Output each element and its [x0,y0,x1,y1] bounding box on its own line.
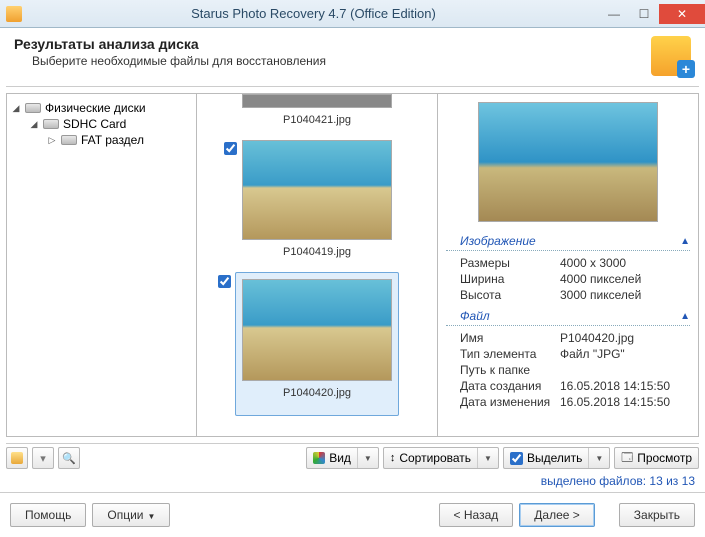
list-item[interactable]: P1040421.jpg [242,94,392,136]
prop-value: 4000 x 3000 [560,256,626,270]
sort-dropdown[interactable]: ↕Сортировать ▼ [383,447,499,469]
thumbnail-checkbox[interactable] [218,275,231,288]
close-wizard-button[interactable]: Закрыть [619,503,695,527]
options-button[interactable]: Опции▼ [92,503,170,527]
expand-icon[interactable]: ◢ [29,119,39,129]
tree-label: Физические диски [45,101,146,115]
section-header-file[interactable]: Файл ▲ [446,307,690,326]
expand-icon[interactable]: ◢ [11,103,21,113]
status-label: выделено файлов: [541,474,646,488]
prop-value: P1040420.jpg [560,331,634,345]
status-bar: выделено файлов: 13 из 13 [0,472,705,492]
chevron-down-icon: ▼ [147,512,155,521]
folder-icon [11,452,23,464]
disk-icon [25,103,41,113]
collapse-icon[interactable]: ▲ [680,236,690,247]
prop-value: 16.05.2018 14:15:50 [560,395,670,409]
prop-key: Высота [460,288,560,302]
prop-key: Ширина [460,272,560,286]
chevron-down-icon[interactable]: ▼ [484,454,492,463]
details-panel: Изображение ▲ Размеры4000 x 3000 Ширина4… [438,94,698,436]
chevron-down-icon[interactable]: ▼ [595,454,603,463]
prop-key: Размеры [460,256,560,270]
status-value: 13 из 13 [649,474,695,488]
collapse-icon[interactable]: ▲ [680,311,690,322]
tree-label: SDHC Card [63,117,126,131]
tree-node-sdhc[interactable]: ◢ SDHC Card [29,116,192,132]
funnel-button[interactable]: ▾ [32,447,54,469]
main-content: ◢ Физические диски ◢ SDHC Card ▷ FAT раз… [6,93,699,437]
thumbnail-list[interactable]: P1040421.jpg P1040419.jpg P1040420.jpg [197,94,438,436]
prop-key: Путь к папке [460,363,560,377]
prop-value: 3000 пикселей [560,288,641,302]
view-icon [313,452,325,464]
back-button[interactable]: < Назад [439,503,514,527]
page-title: Результаты анализа диска [14,36,651,52]
help-button[interactable]: Помощь [10,503,86,527]
search-button[interactable]: 🔍 [58,447,80,469]
expand-icon[interactable]: ▷ [47,135,57,145]
disk-tree[interactable]: ◢ Физические диски ◢ SDHC Card ▷ FAT раз… [7,94,197,436]
wizard-icon [651,36,691,76]
maximize-button[interactable]: ☐ [629,4,659,24]
list-item[interactable]: P1040419.jpg [242,140,392,268]
tree-node-partition[interactable]: ▷ FAT раздел [47,132,192,148]
magnifier-icon: 🔍 [62,452,76,465]
select-all-checkbox[interactable] [510,452,523,465]
prop-value: Файл "JPG" [560,347,625,361]
footer: Помощь Опции▼ < Назад Далее > Закрыть [0,492,705,537]
prop-key: Тип элемента [460,347,560,361]
thumbnail-filename: P1040421.jpg [242,108,392,136]
page-header: Результаты анализа диска Выберите необхо… [0,28,705,86]
minimize-button[interactable]: — [599,4,629,24]
prop-value: 4000 пикселей [560,272,641,286]
preview-image[interactable] [478,102,658,222]
thumbnail-image[interactable] [242,94,392,108]
prop-key: Имя [460,331,560,345]
prop-value: 16.05.2018 14:15:50 [560,379,670,393]
toolbar: ▾ 🔍 Вид ▼ ↕Сортировать ▼ Выделить ▼ 🗔Про… [6,443,699,472]
thumbnail-checkbox[interactable] [224,142,237,155]
funnel-icon: ▾ [40,452,46,465]
preview-icon: 🗔 [621,449,633,468]
window-title: Starus Photo Recovery 4.7 (Office Editio… [28,6,599,21]
chevron-down-icon[interactable]: ▼ [364,454,372,463]
prop-key: Дата изменения [460,395,560,409]
next-button[interactable]: Далее > [519,503,595,527]
filter-button[interactable] [6,447,28,469]
thumbnail-filename: P1040420.jpg [242,381,392,409]
preview-button[interactable]: 🗔Просмотр [614,447,699,469]
list-item-selected[interactable]: P1040420.jpg [235,272,399,416]
thumbnail-filename: P1040419.jpg [242,240,392,268]
sort-icon: ↕ [390,452,396,464]
titlebar: Starus Photo Recovery 4.7 (Office Editio… [0,0,705,28]
card-icon [43,119,59,129]
prop-key: Дата создания [460,379,560,393]
view-dropdown[interactable]: Вид ▼ [306,447,379,469]
tree-root[interactable]: ◢ Физические диски [11,100,192,116]
thumbnail-image[interactable] [242,140,392,240]
page-subtitle: Выберите необходимые файлы для восстанов… [32,54,651,68]
thumbnail-image[interactable] [242,279,392,381]
section-header-image[interactable]: Изображение ▲ [446,232,690,251]
partition-icon [61,135,77,145]
select-dropdown[interactable]: Выделить ▼ [503,447,610,469]
app-icon [6,6,22,22]
tree-label: FAT раздел [81,133,144,147]
close-button[interactable]: ✕ [659,4,705,24]
